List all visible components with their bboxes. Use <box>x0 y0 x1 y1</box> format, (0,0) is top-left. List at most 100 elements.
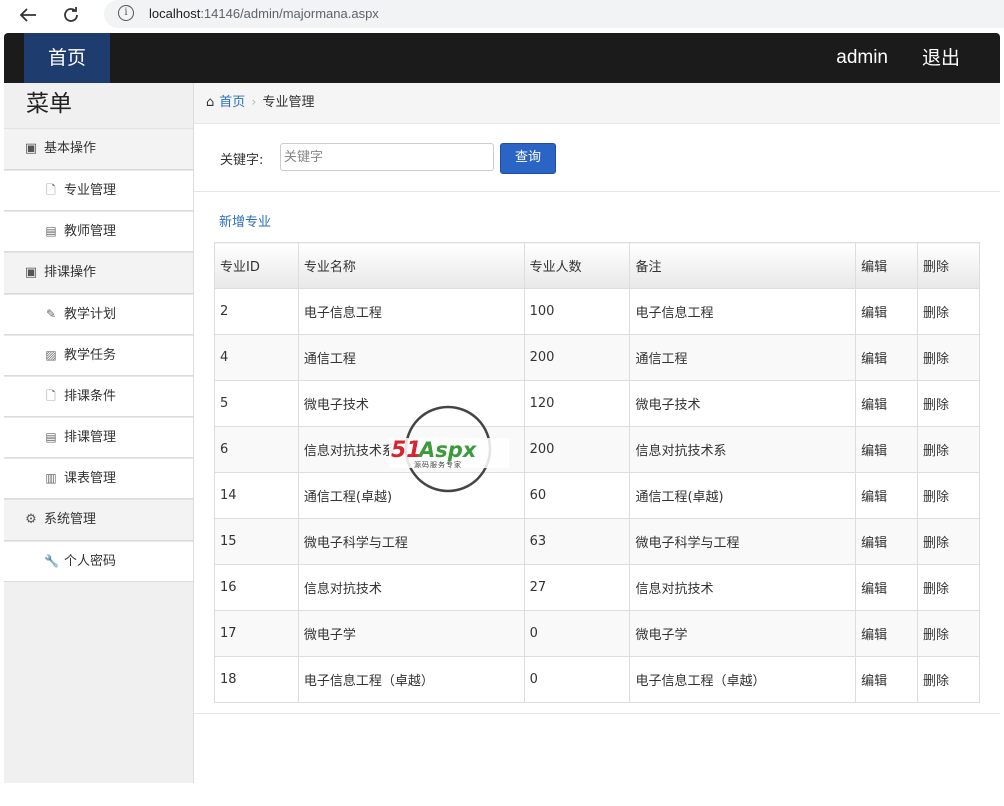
edit-link[interactable]: 编辑 <box>855 472 919 519</box>
sidebar-group-scheduling[interactable]: ▣ 排课操作 <box>4 252 193 294</box>
breadcrumb: ⌂ 首页 › 专业管理 <box>194 83 1000 124</box>
sidebar-item-label: 教学任务 <box>64 348 117 363</box>
list-icon: ▤ <box>45 430 57 444</box>
table-cell: 120 <box>523 380 631 427</box>
divider <box>194 713 1000 714</box>
table-cell: 4 <box>214 334 299 381</box>
table-cell: 200 <box>523 426 631 473</box>
breadcrumb-separator: › <box>251 95 257 110</box>
sidebar-item-teaching-task[interactable]: ▨ 教学任务 <box>4 335 193 376</box>
edit-link[interactable]: 编辑 <box>855 564 919 611</box>
sidebar-item-label: 排课条件 <box>64 389 117 404</box>
sidebar-group-system[interactable]: ⚙ 系统管理 <box>4 499 193 541</box>
search-row: 关键字: 查询 <box>194 124 1000 192</box>
sidebar-item-label: 个人密码 <box>64 554 117 569</box>
sidebar-group-basic[interactable]: ▣ 基本操作 <box>4 128 193 170</box>
menu-title: 菜单 <box>26 91 72 117</box>
user-card-icon: ▣ <box>24 265 38 280</box>
edit-link[interactable]: 编辑 <box>855 380 919 427</box>
table-cell: 5 <box>214 380 299 427</box>
sidebar: 菜单 ▣ 基本操作 🗋 专业管理 ▤ 教师管理 ▣ 排课操作 ✎ 教学计划 ▨ … <box>4 83 194 783</box>
wrench-icon: 🔧 <box>44 554 59 568</box>
gear-icon: ⚙ <box>25 512 37 527</box>
sidebar-group-label: 系统管理 <box>44 512 97 527</box>
delete-link[interactable]: 删除 <box>917 380 980 427</box>
delete-link[interactable]: 删除 <box>917 610 980 657</box>
delete-link[interactable]: 删除 <box>917 426 980 473</box>
table-cell: 0 <box>523 610 631 657</box>
table-cell: 27 <box>523 564 631 611</box>
delete-link[interactable]: 删除 <box>917 656 980 703</box>
breadcrumb-home-link[interactable]: 首页 <box>219 83 245 123</box>
table-cell: 6 <box>214 426 299 473</box>
table-cell: 信息对抗技术系 <box>297 426 525 473</box>
delete-link[interactable]: 删除 <box>917 564 980 611</box>
table-cell: 0 <box>523 656 631 703</box>
sidebar-item-scheduling-conditions[interactable]: 🗋 排课条件 <box>4 376 193 417</box>
column-header: 专业名称 <box>297 242 525 289</box>
table-cell: 微电子科学与工程 <box>297 518 525 565</box>
sidebar-item-timetable-management[interactable]: ▥ 课表管理 <box>4 458 193 499</box>
table-row: 16 信息对抗技术 27 信息对抗技术 编辑 删除 <box>214 564 980 611</box>
edit-link[interactable]: 编辑 <box>855 334 919 381</box>
add-major-link[interactable]: 新增专业 <box>219 211 271 230</box>
reload-button[interactable] <box>58 4 84 26</box>
table-cell: 通信工程 <box>629 334 857 381</box>
table-cell: 电子信息工程 <box>629 288 857 335</box>
edit-link[interactable]: 编辑 <box>855 288 919 335</box>
table-cell: 信息对抗技术系 <box>629 426 857 473</box>
column-header: 删除 <box>917 242 980 289</box>
table-row: 2 电子信息工程 100 电子信息工程 编辑 删除 <box>214 288 980 335</box>
edit-link[interactable]: 编辑 <box>855 426 919 473</box>
edit-link[interactable]: 编辑 <box>855 656 919 703</box>
logout-link[interactable]: 退出 <box>922 33 960 83</box>
table-cell: 信息对抗技术 <box>629 564 857 611</box>
table-row: 14 通信工程(卓越) 60 通信工程(卓越) 编辑 删除 <box>214 472 980 519</box>
table-row: 6 信息对抗技术系 200 信息对抗技术系 编辑 删除 <box>214 426 980 473</box>
sidebar-item-major-management[interactable]: 🗋 专业管理 <box>4 170 193 211</box>
delete-link[interactable]: 删除 <box>917 334 980 381</box>
delete-link[interactable]: 删除 <box>917 518 980 565</box>
browser-toolbar: i localhost:14146/admin/majormana.aspx <box>0 0 1004 33</box>
sidebar-item-label: 教学计划 <box>64 307 117 322</box>
plug-icon: ✎ <box>45 307 57 321</box>
edit-link[interactable]: 编辑 <box>855 518 919 565</box>
delete-link[interactable]: 删除 <box>917 288 980 335</box>
table-row: 5 微电子技术 120 微电子技术 编辑 删除 <box>214 380 980 427</box>
sidebar-item-teaching-plan[interactable]: ✎ 教学计划 <box>4 294 193 335</box>
keyword-input[interactable] <box>280 143 494 171</box>
table-cell: 微电子学 <box>297 610 525 657</box>
sidebar-item-scheduling-management[interactable]: ▤ 排课管理 <box>4 417 193 458</box>
column-header: 专业人数 <box>523 242 631 289</box>
books-icon: ▥ <box>45 471 57 485</box>
info-icon[interactable]: i <box>118 5 134 21</box>
back-button[interactable] <box>15 4 41 26</box>
edit-link[interactable]: 编辑 <box>855 610 919 657</box>
sidebar-item-teacher-management[interactable]: ▤ 教师管理 <box>4 211 193 252</box>
home-nav-link[interactable]: 首页 <box>24 33 110 83</box>
sidebar-item-password[interactable]: 🔧 个人密码 <box>4 541 193 582</box>
reload-icon <box>64 7 78 22</box>
table-cell: 信息对抗技术 <box>297 564 525 611</box>
breadcrumb-current: 专业管理 <box>262 95 315 110</box>
column-header: 专业ID <box>214 242 299 289</box>
table-cell: 通信工程(卓越) <box>297 472 525 519</box>
table-cell: 通信工程 <box>297 334 525 381</box>
sidebar-group-label: 排课操作 <box>44 265 97 280</box>
address-bar[interactable]: i localhost:14146/admin/majormana.aspx <box>104 0 1004 28</box>
table-cell: 通信工程(卓越) <box>629 472 857 519</box>
table-cell: 微电子技术 <box>629 380 857 427</box>
sidebar-group-label: 基本操作 <box>44 141 97 156</box>
query-button[interactable]: 查询 <box>500 143 556 174</box>
table-row: 15 微电子科学与工程 63 微电子科学与工程 编辑 删除 <box>214 518 980 565</box>
table-cell: 16 <box>214 564 299 611</box>
username-link[interactable]: admin <box>836 33 888 83</box>
delete-link[interactable]: 删除 <box>917 472 980 519</box>
app-header: 首页 admin 退出 <box>4 33 1000 83</box>
table-cell: 2 <box>214 288 299 335</box>
sidebar-item-label: 排课管理 <box>64 430 117 445</box>
arrow-left-icon <box>19 8 36 22</box>
table-cell: 17 <box>214 610 299 657</box>
major-table: 专业ID 专业名称 专业人数 备注 编辑 删除 2 电子信息工程 100 电子信息工程… <box>214 242 980 703</box>
sidebar-item-label: 课表管理 <box>64 471 117 486</box>
